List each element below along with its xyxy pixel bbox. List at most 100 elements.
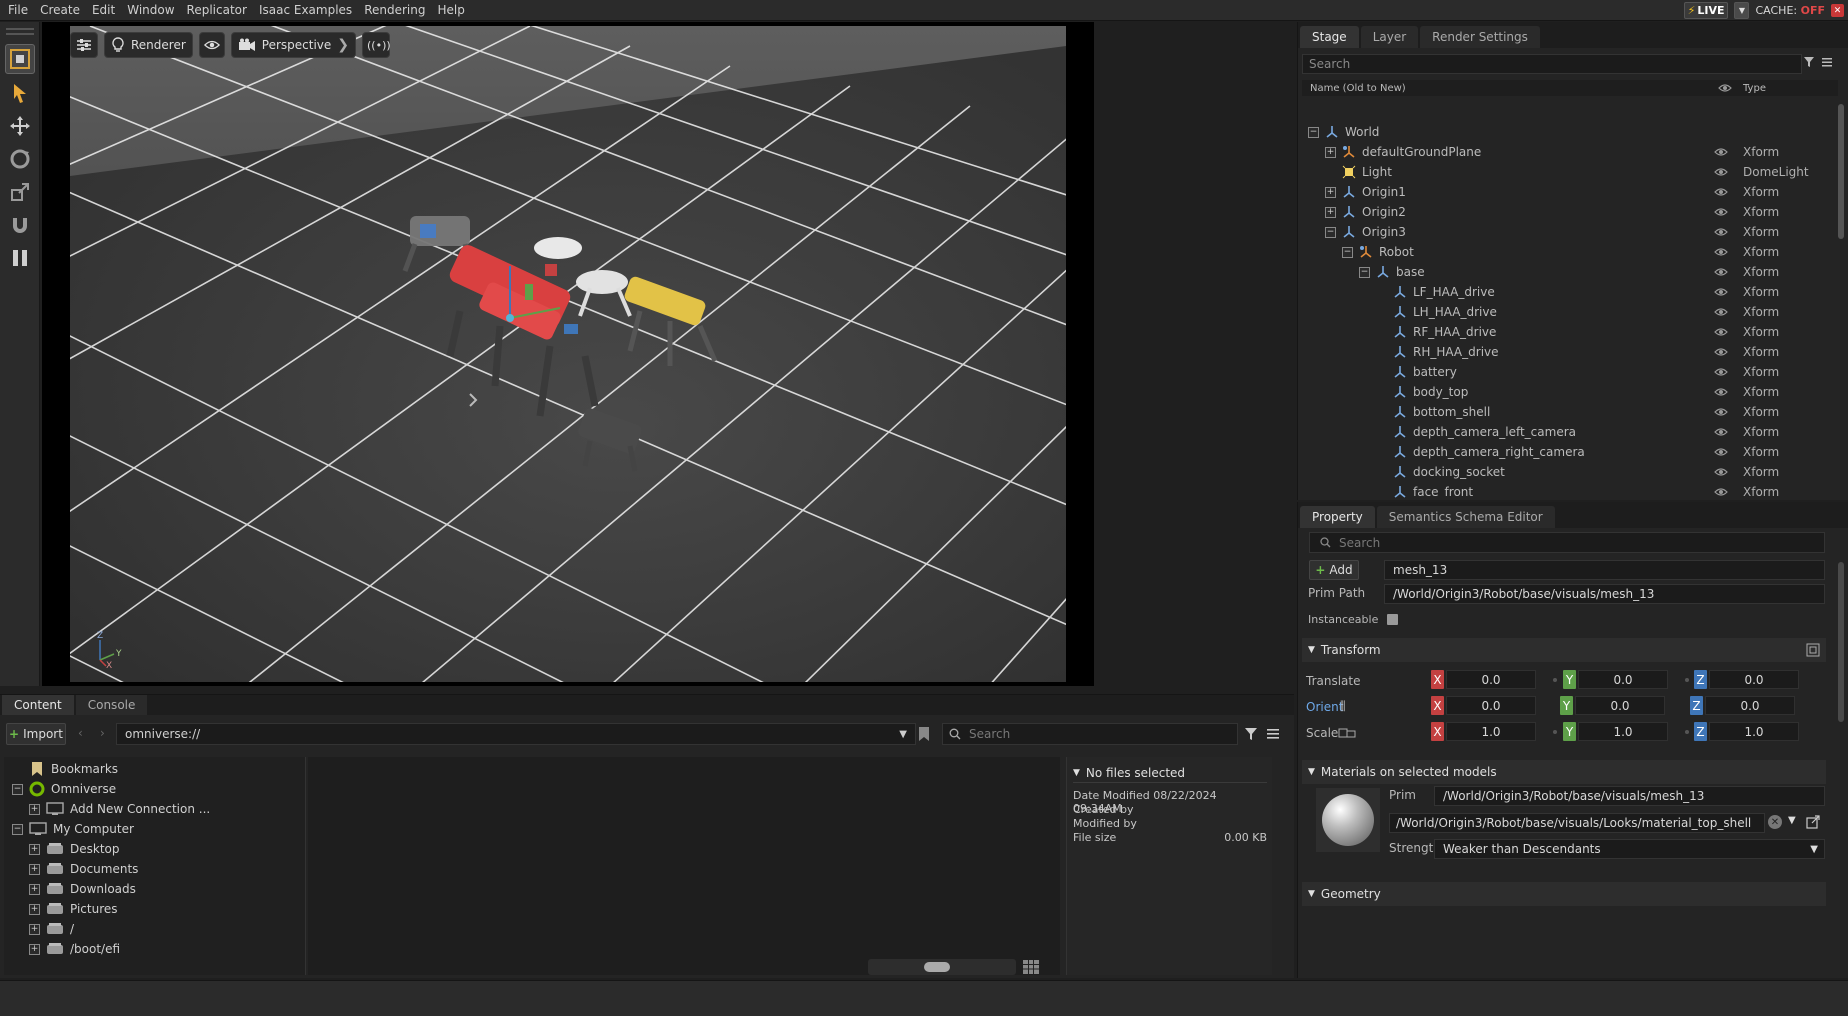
- stage-tree-row[interactable]: battery Xform: [1302, 362, 1838, 382]
- tab-content[interactable]: Content: [2, 695, 74, 715]
- filter-icon[interactable]: [1803, 56, 1815, 68]
- viewport-settings-button[interactable]: [70, 32, 98, 58]
- tab-layer[interactable]: Layer: [1360, 26, 1419, 48]
- visibility-eye-icon[interactable]: [1714, 226, 1728, 240]
- column-name-header[interactable]: Name (Old to New): [1310, 83, 1406, 94]
- live-button[interactable]: ⚡ LIVE: [1683, 2, 1729, 19]
- stage-tree-row[interactable]: depth_camera_right_camera Xform: [1302, 442, 1838, 462]
- property-scrollbar[interactable]: [1838, 562, 1844, 722]
- menu-replicator[interactable]: Replicator: [181, 0, 253, 21]
- column-type-header[interactable]: Type: [1743, 83, 1766, 94]
- visibility-button[interactable]: [198, 32, 225, 58]
- expand-icon[interactable]: +: [29, 903, 40, 915]
- expand-icon[interactable]: +: [29, 803, 40, 815]
- pointer-icon[interactable]: [5, 78, 35, 108]
- tab-stage[interactable]: Stage: [1300, 26, 1359, 48]
- content-tree-row[interactable]: Bookmarks: [4, 759, 305, 779]
- geometry-section-header[interactable]: ▼ Geometry: [1302, 882, 1826, 906]
- tab-semantics-schema-editor[interactable]: Semantics Schema Editor: [1376, 506, 1555, 528]
- stage-tree-row[interactable]: + Origin2 Xform: [1302, 202, 1838, 222]
- visibility-eye-icon[interactable]: [1714, 326, 1728, 340]
- filter-icon[interactable]: [1244, 727, 1258, 741]
- file-info-header[interactable]: ▼ No files selected: [1073, 763, 1267, 783]
- visibility-eye-icon[interactable]: [1714, 446, 1728, 460]
- menu-icon[interactable]: [1821, 56, 1833, 68]
- collapse-icon[interactable]: −: [1308, 126, 1319, 138]
- clear-circle-icon[interactable]: ✕: [1768, 815, 1782, 829]
- material-prim-field[interactable]: /World/Origin3/Robot/base/visuals/mesh_1…: [1434, 786, 1825, 806]
- strength-select[interactable]: Weaker than Descendants ▼: [1434, 839, 1825, 859]
- menu-create[interactable]: Create: [34, 0, 86, 21]
- renderer-button[interactable]: Renderer: [104, 32, 193, 58]
- camera-button[interactable]: Perspective ❯: [230, 32, 357, 58]
- stage-tree-row[interactable]: Light DomeLight: [1302, 162, 1838, 182]
- stage-tree-row[interactable]: depth_camera_left_camera Xform: [1302, 422, 1838, 442]
- content-tree-row[interactable]: + Documents: [4, 859, 305, 879]
- prim-path-field[interactable]: /World/Origin3/Robot/base/visuals/mesh_1…: [1384, 584, 1825, 604]
- collapse-icon[interactable]: −: [12, 783, 23, 795]
- visibility-eye-icon[interactable]: [1714, 406, 1728, 420]
- visibility-eye-icon[interactable]: [1714, 366, 1728, 380]
- orient-x-field[interactable]: 0.0: [1446, 696, 1536, 715]
- stage-tree-row[interactable]: − World: [1302, 122, 1838, 142]
- expand-icon[interactable]: +: [29, 923, 40, 935]
- cache-toggle-icon[interactable]: ✕: [1831, 4, 1844, 17]
- collapse-icon[interactable]: −: [1359, 266, 1370, 278]
- tab-property[interactable]: Property: [1300, 506, 1375, 528]
- material-dropdown-icon[interactable]: ▼: [1788, 815, 1796, 826]
- scale-x-field[interactable]: 1.0: [1446, 722, 1536, 741]
- visibility-eye-icon[interactable]: [1714, 166, 1728, 180]
- menu-file[interactable]: File: [0, 0, 34, 21]
- tab-console[interactable]: Console: [75, 695, 148, 715]
- collapse-icon[interactable]: −: [1325, 226, 1336, 238]
- content-tree-row[interactable]: − My Computer: [4, 819, 305, 839]
- stage-tree-row[interactable]: body_top Xform: [1302, 382, 1838, 402]
- visibility-eye-icon[interactable]: [1714, 486, 1728, 498]
- expand-icon[interactable]: +: [29, 863, 40, 875]
- forward-arrow-icon[interactable]: ›: [100, 726, 105, 740]
- bookmark-icon[interactable]: [917, 726, 931, 742]
- visibility-eye-icon[interactable]: [1714, 246, 1728, 260]
- broadcast-button[interactable]: ((•)): [362, 32, 391, 58]
- expand-icon[interactable]: +: [1325, 206, 1336, 218]
- translate-x-field[interactable]: 0.0: [1446, 670, 1536, 689]
- visibility-eye-icon[interactable]: [1714, 426, 1728, 440]
- expand-icon[interactable]: +: [29, 883, 40, 895]
- visibility-eye-icon[interactable]: [1714, 266, 1728, 280]
- stage-tree-row[interactable]: − base Xform: [1302, 262, 1838, 282]
- visibility-eye-icon[interactable]: [1714, 466, 1728, 480]
- prim-name-field[interactable]: mesh_13: [1384, 560, 1825, 580]
- visibility-eye-icon[interactable]: [1714, 386, 1728, 400]
- property-search-input[interactable]: Search: [1309, 532, 1825, 553]
- scale-y-field[interactable]: 1.0: [1578, 722, 1668, 741]
- stage-tree-row[interactable]: bottom_shell Xform: [1302, 402, 1838, 422]
- thumbnail-size-slider[interactable]: [868, 959, 1016, 975]
- stage-tree-row[interactable]: RF_HAA_drive Xform: [1302, 322, 1838, 342]
- visibility-eye-icon[interactable]: [1714, 186, 1728, 200]
- material-preview[interactable]: [1316, 788, 1380, 852]
- menu-help[interactable]: Help: [431, 0, 470, 21]
- stage-search-input[interactable]: Search: [1302, 54, 1832, 74]
- orient-z-field[interactable]: 0.0: [1705, 696, 1795, 715]
- collapse-icon[interactable]: −: [12, 823, 23, 835]
- instanceable-checkbox[interactable]: [1387, 614, 1398, 625]
- content-tree-row[interactable]: + Desktop: [4, 839, 305, 859]
- content-tree-row[interactable]: − Omniverse: [4, 779, 305, 799]
- stage-tree-row[interactable]: LH_HAA_drive Xform: [1302, 302, 1838, 322]
- select-mode-icon[interactable]: [5, 44, 35, 74]
- content-tree-row[interactable]: + Downloads: [4, 879, 305, 899]
- content-tree-row[interactable]: + Add New Connection ...: [4, 799, 305, 819]
- orient-mode-icon[interactable]: ⫼: [1340, 699, 1346, 714]
- content-tree-row[interactable]: + /: [4, 919, 305, 939]
- materials-section-header[interactable]: ▼ Materials on selected models: [1302, 760, 1826, 784]
- content-tree-row[interactable]: + /boot/efi: [4, 939, 305, 959]
- pause-icon[interactable]: [5, 243, 35, 273]
- visibility-eye-icon[interactable]: [1714, 306, 1728, 320]
- slider-knob[interactable]: [924, 962, 950, 972]
- translate-y-field[interactable]: 0.0: [1578, 670, 1668, 689]
- material-path-field[interactable]: /World/Origin3/Robot/base/visuals/Looks/…: [1389, 813, 1765, 833]
- stage-tree-row[interactable]: RH_HAA_drive Xform: [1302, 342, 1838, 362]
- menu-window[interactable]: Window: [121, 0, 180, 21]
- content-tree-row[interactable]: + Pictures: [4, 899, 305, 919]
- visibility-eye-icon[interactable]: [1714, 286, 1728, 300]
